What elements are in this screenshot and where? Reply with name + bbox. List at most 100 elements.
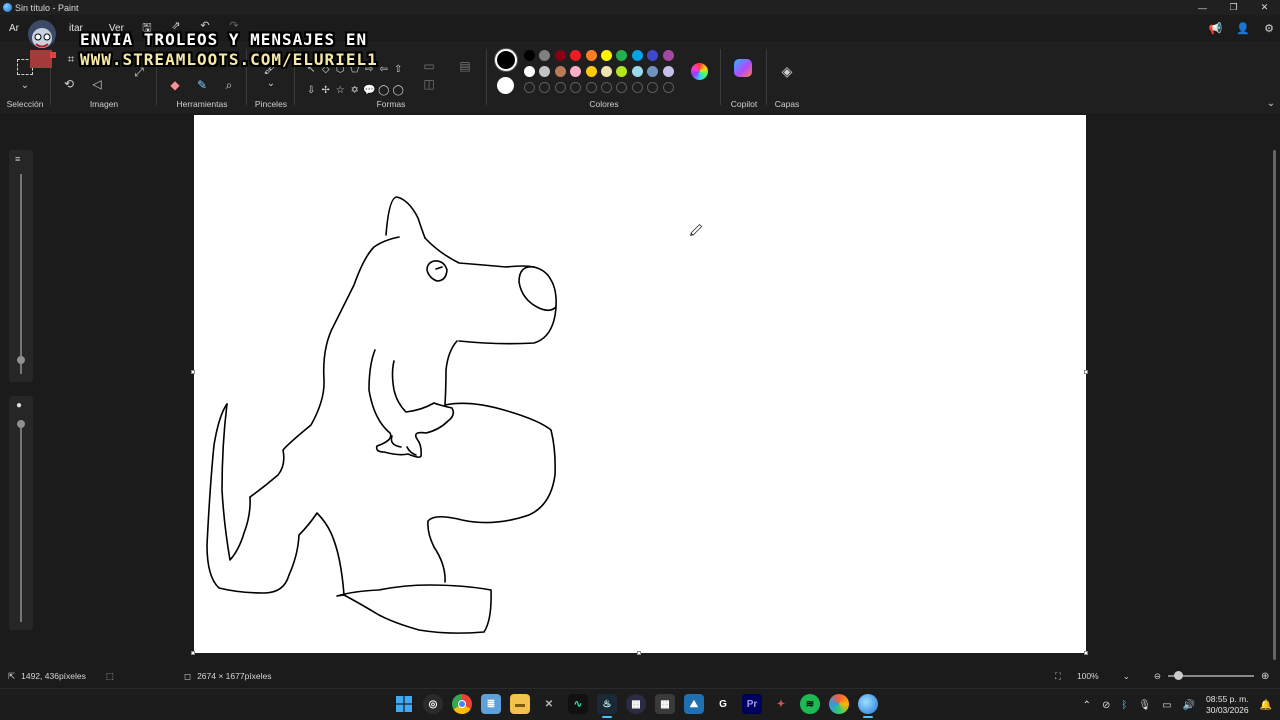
color-swatch[interactable] — [585, 50, 597, 61]
zoom-out-icon[interactable]: ⊖ — [1154, 671, 1161, 682]
secondary-color-swatch[interactable] — [497, 77, 514, 94]
steam-icon[interactable]: ♨ — [597, 694, 617, 718]
size-slider-track[interactable] — [20, 174, 22, 374]
file-explorer-icon[interactable]: ▬ — [510, 694, 530, 714]
chrome-icon[interactable] — [452, 694, 472, 714]
color-swatch[interactable] — [662, 50, 674, 61]
close-button[interactable]: ✕ — [1249, 0, 1280, 15]
chevron-down-icon[interactable]: ⌄ — [16, 77, 34, 95]
canvas-resize-handle-bottom[interactable] — [637, 651, 641, 655]
copilot-icon[interactable] — [734, 59, 752, 77]
shape-item[interactable]: ⇩ — [304, 84, 319, 102]
collapse-ribbon-icon[interactable]: ⌄ — [1262, 95, 1280, 113]
minimize-button[interactable]: — — [1187, 0, 1218, 15]
zoom-in-icon[interactable]: ⊕ — [1261, 671, 1269, 682]
display-icon[interactable]: ▭ — [1162, 700, 1171, 711]
custom-color-slot[interactable] — [554, 82, 566, 93]
custom-color-slot[interactable] — [631, 82, 643, 93]
layers-icon[interactable]: ◈ — [778, 62, 796, 80]
firefox-icon[interactable] — [829, 694, 849, 714]
custom-color-slot[interactable] — [600, 82, 612, 93]
obs-icon[interactable]: ◎ — [423, 694, 443, 714]
color-swatch[interactable] — [539, 50, 551, 61]
flip-icon[interactable]: ◁ — [88, 75, 106, 93]
color-swatch[interactable] — [554, 50, 566, 61]
network-off-icon[interactable]: ⊘ — [1102, 700, 1110, 711]
opacity-slider-track[interactable] — [20, 420, 22, 622]
account-icon[interactable]: 👤 — [1236, 22, 1250, 35]
color-picker-icon[interactable]: ✎ — [193, 76, 211, 94]
canvas-resize-handle-corner[interactable] — [1084, 651, 1088, 655]
primary-color-swatch[interactable] — [495, 49, 517, 71]
microphone-icon[interactable]: 🎙 — [1138, 700, 1151, 711]
color-swatch[interactable] — [616, 50, 628, 61]
magnifier-icon[interactable]: ⌕ — [220, 76, 238, 94]
bluetooth-icon[interactable]: ᛒ — [1121, 700, 1127, 711]
g-app-icon[interactable]: G — [713, 694, 733, 714]
color-swatch[interactable] — [570, 66, 582, 77]
color-swatch[interactable] — [631, 66, 643, 77]
photos-icon[interactable]: ⛰ — [684, 694, 704, 714]
shape-item[interactable]: ✡ — [348, 84, 363, 102]
custom-color-slot[interactable] — [539, 82, 551, 93]
color-swatch[interactable] — [554, 66, 566, 77]
shape-item[interactable]: ✢ — [319, 84, 334, 102]
opacity-slider-thumb[interactable] — [17, 420, 25, 428]
volume-icon[interactable]: 🔊 — [1183, 700, 1195, 711]
vmware-icon[interactable]: ▦ — [626, 694, 646, 714]
spotify-icon[interactable]: ≋ — [800, 694, 820, 714]
custom-color-slot[interactable] — [616, 82, 628, 93]
notepad-icon[interactable]: ≣ — [481, 694, 501, 714]
chevron-down-icon[interactable]: ⌄ — [262, 75, 280, 93]
color-swatch[interactable] — [647, 50, 659, 61]
maximize-button[interactable]: ❐ — [1218, 0, 1249, 15]
custom-color-slot[interactable] — [647, 82, 659, 93]
shape-item[interactable]: ◯ — [391, 84, 406, 102]
windows-start-icon[interactable] — [394, 694, 414, 714]
shape-fill-icon[interactable]: ▤ — [456, 57, 474, 75]
color-swatch[interactable] — [616, 66, 628, 77]
chevron-down-icon[interactable]: ⌄ — [1123, 671, 1130, 682]
fit-to-window-icon[interactable]: ⛶ — [1055, 671, 1061, 682]
shape-item[interactable]: ◯ — [377, 84, 392, 102]
edit-colors-icon[interactable] — [691, 63, 708, 80]
eraser-icon[interactable]: ◆ — [166, 76, 184, 94]
audio-app-icon[interactable]: ∿ — [568, 694, 588, 714]
chevron-up-icon[interactable]: ⌃ — [1083, 700, 1091, 711]
rotate-icon[interactable]: ⟲ — [60, 75, 78, 93]
custom-color-slot[interactable] — [585, 82, 597, 93]
color-swatch[interactable] — [631, 50, 643, 61]
vertical-scrollbar[interactable] — [1273, 150, 1276, 660]
custom-color-slot[interactable] — [570, 82, 582, 93]
clock[interactable]: 08:55 p. m. 30/03/2026 — [1206, 694, 1249, 716]
color-swatch[interactable] — [662, 66, 674, 77]
gear-icon[interactable]: ⚙ — [1264, 22, 1274, 35]
canvas-resize-handle-right[interactable] — [1084, 370, 1088, 374]
color-swatch[interactable] — [570, 50, 582, 61]
calculator-icon[interactable]: ▦ — [655, 694, 675, 714]
custom-color-slot[interactable] — [662, 82, 674, 93]
canvas-resize-handle-bottom-left[interactable] — [191, 651, 195, 655]
shape-item[interactable]: ☆ — [333, 84, 348, 102]
custom-color-slot[interactable] — [524, 82, 535, 93]
shape-style-icon[interactable]: ◫ — [420, 75, 438, 93]
shape-item[interactable]: 💬 — [362, 84, 377, 102]
canvas-resize-handle-left[interactable] — [191, 370, 195, 374]
paint-icon[interactable] — [858, 694, 878, 718]
color-swatch[interactable] — [524, 50, 535, 61]
color-swatch[interactable] — [600, 66, 612, 77]
drawing-canvas[interactable] — [194, 115, 1086, 653]
zoom-level-text[interactable]: 100% — [1077, 671, 1099, 681]
premiere-icon[interactable]: Pr — [742, 694, 762, 714]
color-swatch[interactable] — [585, 66, 597, 77]
color-swatch[interactable] — [539, 66, 551, 77]
zoom-slider-thumb[interactable] — [1174, 671, 1183, 680]
color-swatch[interactable] — [524, 66, 535, 77]
color-swatch[interactable] — [647, 66, 659, 77]
xbox-icon[interactable]: ✕ — [539, 694, 559, 714]
color-swatch[interactable] — [600, 50, 612, 61]
size-slider-thumb[interactable] — [17, 356, 25, 364]
feedback-icon[interactable]: 📢 — [1209, 22, 1223, 35]
game-app-icon[interactable]: ✦ — [771, 694, 791, 714]
notifications-icon[interactable]: 🔔 — [1260, 700, 1272, 711]
